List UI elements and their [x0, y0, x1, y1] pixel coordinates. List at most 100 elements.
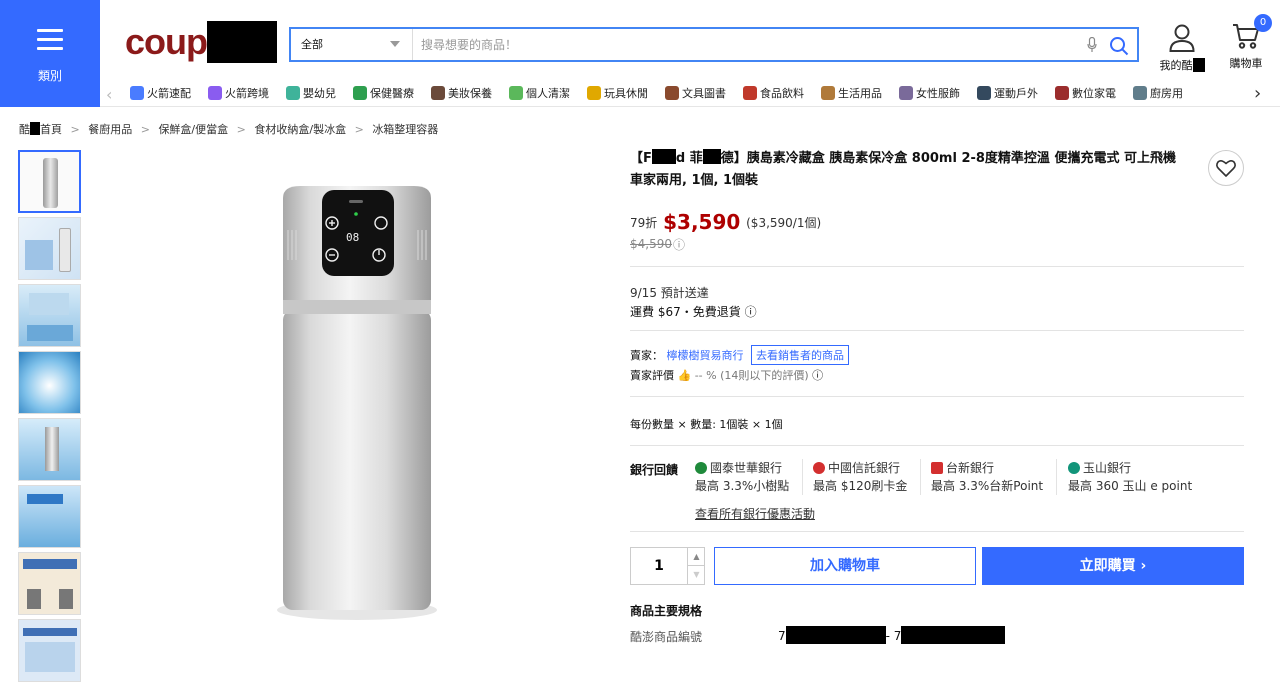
logo-redaction [207, 21, 277, 63]
breadcrumb-home[interactable]: 酷首頁 [19, 122, 62, 136]
category-icon [208, 86, 222, 100]
chevron-down-icon[interactable]: ▼ [687, 566, 705, 584]
thumbnail-2[interactable] [18, 217, 81, 280]
breadcrumb-home-prefix: 酷 [19, 123, 30, 136]
category-nav-item[interactable]: 個人清潔 [509, 85, 570, 101]
category-nav-label: 文具圖書 [682, 87, 726, 100]
category-nav-item[interactable]: 廚房用 [1133, 85, 1183, 101]
category-nav-item[interactable]: 火箭跨境 [208, 85, 269, 101]
original-price: $4,590 [630, 237, 672, 251]
category-icon [286, 86, 300, 100]
info-icon[interactable]: ⓘ [812, 369, 823, 382]
thumbnail-3[interactable] [18, 284, 81, 347]
cart-button[interactable]: 0 購物車 [1226, 14, 1272, 71]
bank-item: 中國信託銀行 最高 $120刷卡金 [813, 459, 907, 495]
thumbnail-1[interactable] [18, 150, 81, 213]
spec-redaction [901, 626, 1006, 644]
delivery-date: 9/15 預計送達 [630, 286, 709, 300]
category-nav-item[interactable]: 美妝保養 [431, 85, 492, 101]
bank-logo-icon [813, 462, 825, 474]
breadcrumb-redaction [30, 122, 40, 135]
breadcrumb-item[interactable]: 保鮮盒/便當盒 [158, 123, 228, 136]
unit-price: ($3,590/1個) [746, 216, 822, 230]
wishlist-button[interactable] [1208, 150, 1244, 186]
category-nav-item[interactable]: 文具圖書 [665, 85, 726, 101]
seller-name-link[interactable]: 檸檬樹貿易商行 [667, 349, 744, 362]
category-nav-item[interactable]: 嬰幼兒 [286, 85, 336, 101]
breadcrumb-item[interactable]: 冰箱整理容器 [372, 123, 438, 136]
category-nav-item[interactable]: 玩具休閒 [587, 85, 648, 101]
breadcrumb-separator: > [70, 123, 80, 136]
category-nav-item[interactable]: 運動戶外 [977, 85, 1038, 101]
bank-logo-icon [1068, 462, 1080, 474]
divider [630, 330, 1244, 331]
add-to-cart-button[interactable]: 加入購物車 [714, 547, 976, 585]
bank-name: 國泰世華銀行 [710, 461, 783, 475]
product-info: 【F d 菲德】胰島素冷藏盒 胰島素保冷盒 800ml 2-8度精準控溫 便攜充電… [630, 148, 1244, 644]
header: 類別 coup 全部 我的酷 0 購 [0, 0, 1280, 107]
product-main-image[interactable]: 08 [150, 150, 590, 670]
bank-name: 中國信託銀行 [828, 461, 901, 475]
site-logo[interactable]: coup [125, 21, 277, 63]
breadcrumb-item[interactable]: 餐廚用品 [88, 123, 132, 136]
bank-logo-icon [695, 462, 707, 474]
chevron-left-icon[interactable]: ‹ [106, 85, 112, 104]
thumbnail-6[interactable] [18, 485, 81, 548]
search-category-select[interactable]: 全部 [291, 29, 413, 60]
category-nav-item[interactable]: 保健醫療 [353, 85, 414, 101]
buy-now-button[interactable]: 立即購買 › [982, 547, 1244, 585]
category-icon [977, 86, 991, 100]
chevron-right-icon[interactable]: › [1254, 83, 1261, 104]
seller-rating-label: 賣家評價 [630, 369, 674, 382]
product-title-part: 【F [630, 151, 652, 166]
buy-now-label: 立即購買 [1079, 558, 1136, 574]
category-nav-item[interactable]: 數位家電 [1055, 85, 1116, 101]
category-menu-label: 類別 [37, 69, 62, 83]
thumbnail-5[interactable] [18, 418, 81, 481]
category-nav-label: 玩具休閒 [604, 87, 648, 100]
title-redaction [702, 149, 721, 164]
seller-label: 賣家： [630, 349, 663, 362]
category-nav-item[interactable]: 食品飲料 [743, 85, 804, 101]
info-icon[interactable]: ⓘ [745, 305, 757, 319]
my-account-button[interactable]: 我的酷 [1158, 24, 1206, 73]
category-nav-item[interactable]: 女性服飾 [899, 85, 960, 101]
divider [630, 531, 1244, 532]
breadcrumb-item[interactable]: 食材收納盒/製冰盒 [254, 123, 346, 136]
category-icon [1133, 86, 1147, 100]
thumbnail-8[interactable] [18, 619, 81, 682]
quantity-input[interactable] [631, 548, 687, 584]
microphone-icon[interactable] [1087, 37, 1097, 53]
user-icon [1169, 24, 1195, 52]
seller-products-link[interactable]: 去看銷售者的商品 [751, 345, 849, 365]
category-nav-label: 廚房用 [1150, 87, 1183, 100]
breadcrumb-separator: > [236, 123, 246, 136]
category-icon [743, 86, 757, 100]
category-icon [431, 86, 445, 100]
spec-value-part: 7 [778, 629, 786, 643]
seller-row: 賣家： 檸檬樹貿易商行 去看銷售者的商品 [630, 345, 849, 365]
pack-quantity: 每份數量 × 數量: 1個裝 × 1個 [630, 418, 783, 431]
bank-rewards-label: 銀行回饋 [630, 463, 679, 477]
chevron-up-icon[interactable]: ▲ [687, 548, 705, 566]
view-all-bank-offers-link[interactable]: 查看所有銀行優惠活動 [695, 505, 815, 522]
bank-detail: 最高 3.3%台新Point [931, 479, 1044, 493]
bank-item: 玉山銀行 最高 360 玉山 e point [1068, 459, 1192, 495]
info-icon[interactable]: ⓘ [673, 236, 685, 253]
category-nav-item[interactable]: 生活用品 [821, 85, 882, 101]
thumbnail-7[interactable] [18, 552, 81, 615]
logo-text: coup [125, 21, 208, 62]
bank-detail: 最高 $120刷卡金 [813, 479, 908, 493]
category-nav-item[interactable]: 火箭速配 [130, 85, 191, 101]
search-input[interactable] [421, 29, 1061, 60]
search-icon[interactable] [1109, 36, 1129, 56]
sale-price: $3,590 [663, 210, 741, 234]
category-menu-button[interactable]: 類別 [0, 0, 100, 107]
account-redaction [1192, 58, 1205, 72]
category-nav-label: 女性服飾 [916, 87, 960, 100]
divider [630, 445, 1244, 446]
divider [630, 266, 1244, 267]
product-title-part: d 菲 [675, 151, 703, 166]
thumbnail-4[interactable] [18, 351, 81, 414]
category-icon [1055, 86, 1069, 100]
